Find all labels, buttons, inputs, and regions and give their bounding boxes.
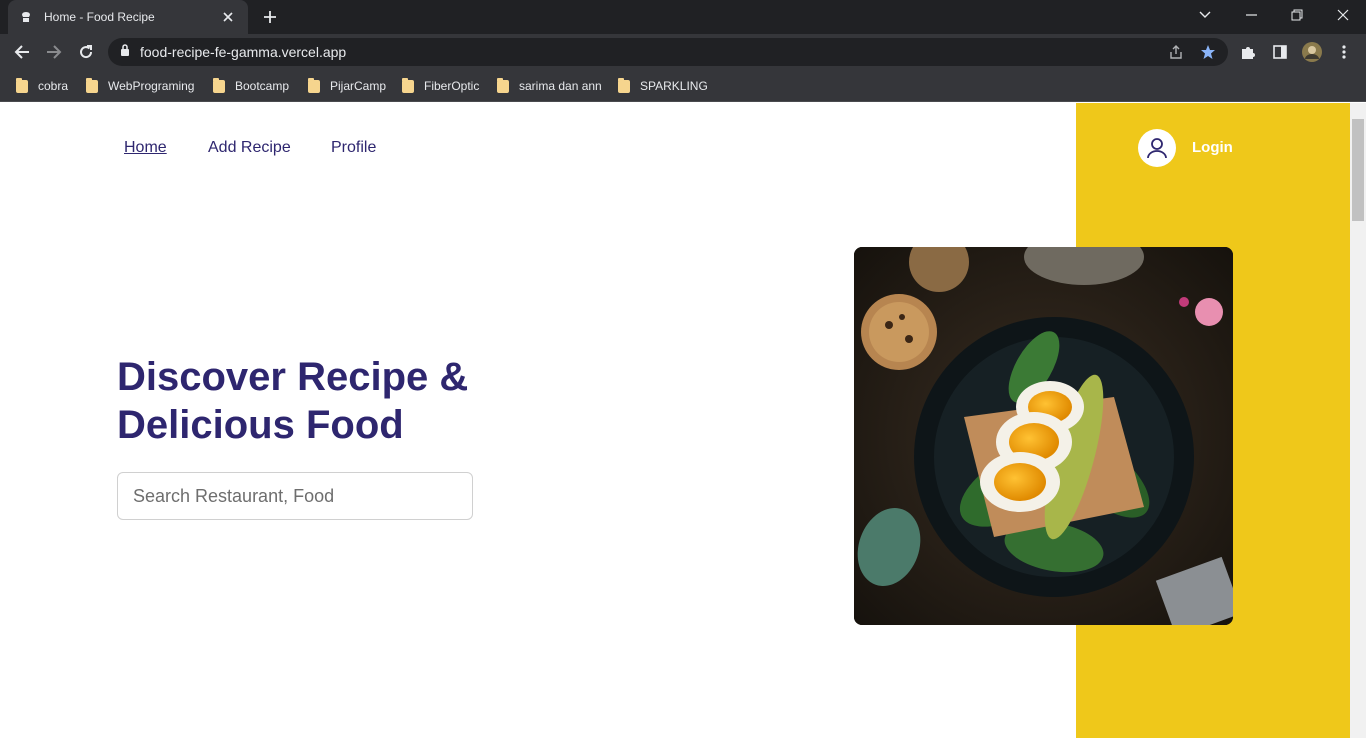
browser-toolbar: food-recipe-fe-gamma.vercel.app	[0, 34, 1366, 70]
folder-icon	[213, 77, 225, 93]
back-arrow-icon[interactable]	[8, 38, 36, 66]
scrollbar-thumb[interactable]	[1352, 119, 1364, 221]
bookmark-folder[interactable]: SPARKLING	[618, 76, 708, 96]
restore-icon[interactable]	[1274, 0, 1320, 30]
new-tab-icon[interactable]	[258, 6, 282, 28]
food-image	[854, 247, 1233, 625]
folder-icon	[402, 77, 414, 93]
folder-icon	[308, 77, 320, 93]
minimize-icon[interactable]	[1228, 0, 1274, 30]
close-window-icon[interactable]	[1320, 0, 1366, 30]
bookmark-folder[interactable]: sarima dan ann	[497, 76, 602, 96]
folder-icon	[618, 77, 630, 93]
lock-icon	[120, 43, 130, 61]
forward-arrow-icon[interactable]	[40, 38, 68, 66]
user-icon[interactable]	[1138, 129, 1176, 167]
bookmark-folder[interactable]: FiberOptic	[402, 76, 479, 96]
url-text: food-recipe-fe-gamma.vercel.app	[140, 44, 347, 60]
nav-home-link[interactable]: Home	[124, 139, 167, 157]
login-link[interactable]: Login	[1192, 139, 1233, 156]
page-content: Home Add Recipe Profile Login Discover R…	[0, 103, 1350, 738]
side-panel-icon[interactable]	[1270, 42, 1290, 62]
folder-icon	[497, 77, 509, 93]
share-icon[interactable]	[1168, 44, 1184, 65]
nav-add-recipe-link[interactable]: Add Recipe	[208, 139, 291, 157]
tab-search-chevron-icon[interactable]	[1182, 0, 1228, 30]
folder-icon	[86, 77, 98, 93]
tab-title: Home - Food Recipe	[44, 10, 155, 24]
bookmark-folder[interactable]: WebPrograming	[86, 76, 194, 96]
bookmark-folder[interactable]: cobra	[16, 76, 68, 96]
browser-tab[interactable]: Home - Food Recipe	[8, 0, 248, 34]
profile-avatar-icon[interactable]	[1302, 42, 1322, 62]
reload-icon[interactable]	[72, 38, 100, 66]
bookmark-folder[interactable]: PijarCamp	[308, 76, 386, 96]
address-bar[interactable]: food-recipe-fe-gamma.vercel.app	[108, 38, 1228, 66]
bookmark-star-icon[interactable]	[1200, 44, 1216, 65]
folder-icon	[16, 77, 28, 93]
chef-favicon-icon	[18, 9, 34, 25]
bookmarks-bar: cobra WebPrograming Bootcamp PijarCamp F…	[0, 70, 1366, 102]
bookmark-folder[interactable]: Bootcamp	[213, 76, 289, 96]
extensions-puzzle-icon[interactable]	[1238, 42, 1258, 62]
nav-profile-link[interactable]: Profile	[331, 139, 376, 157]
close-tab-icon[interactable]	[218, 7, 238, 27]
search-input[interactable]	[117, 472, 473, 520]
hero-title: Discover Recipe & Delicious Food	[117, 355, 469, 447]
more-menu-icon[interactable]	[1334, 42, 1354, 62]
browser-title-bar: Home - Food Recipe	[0, 0, 1366, 34]
